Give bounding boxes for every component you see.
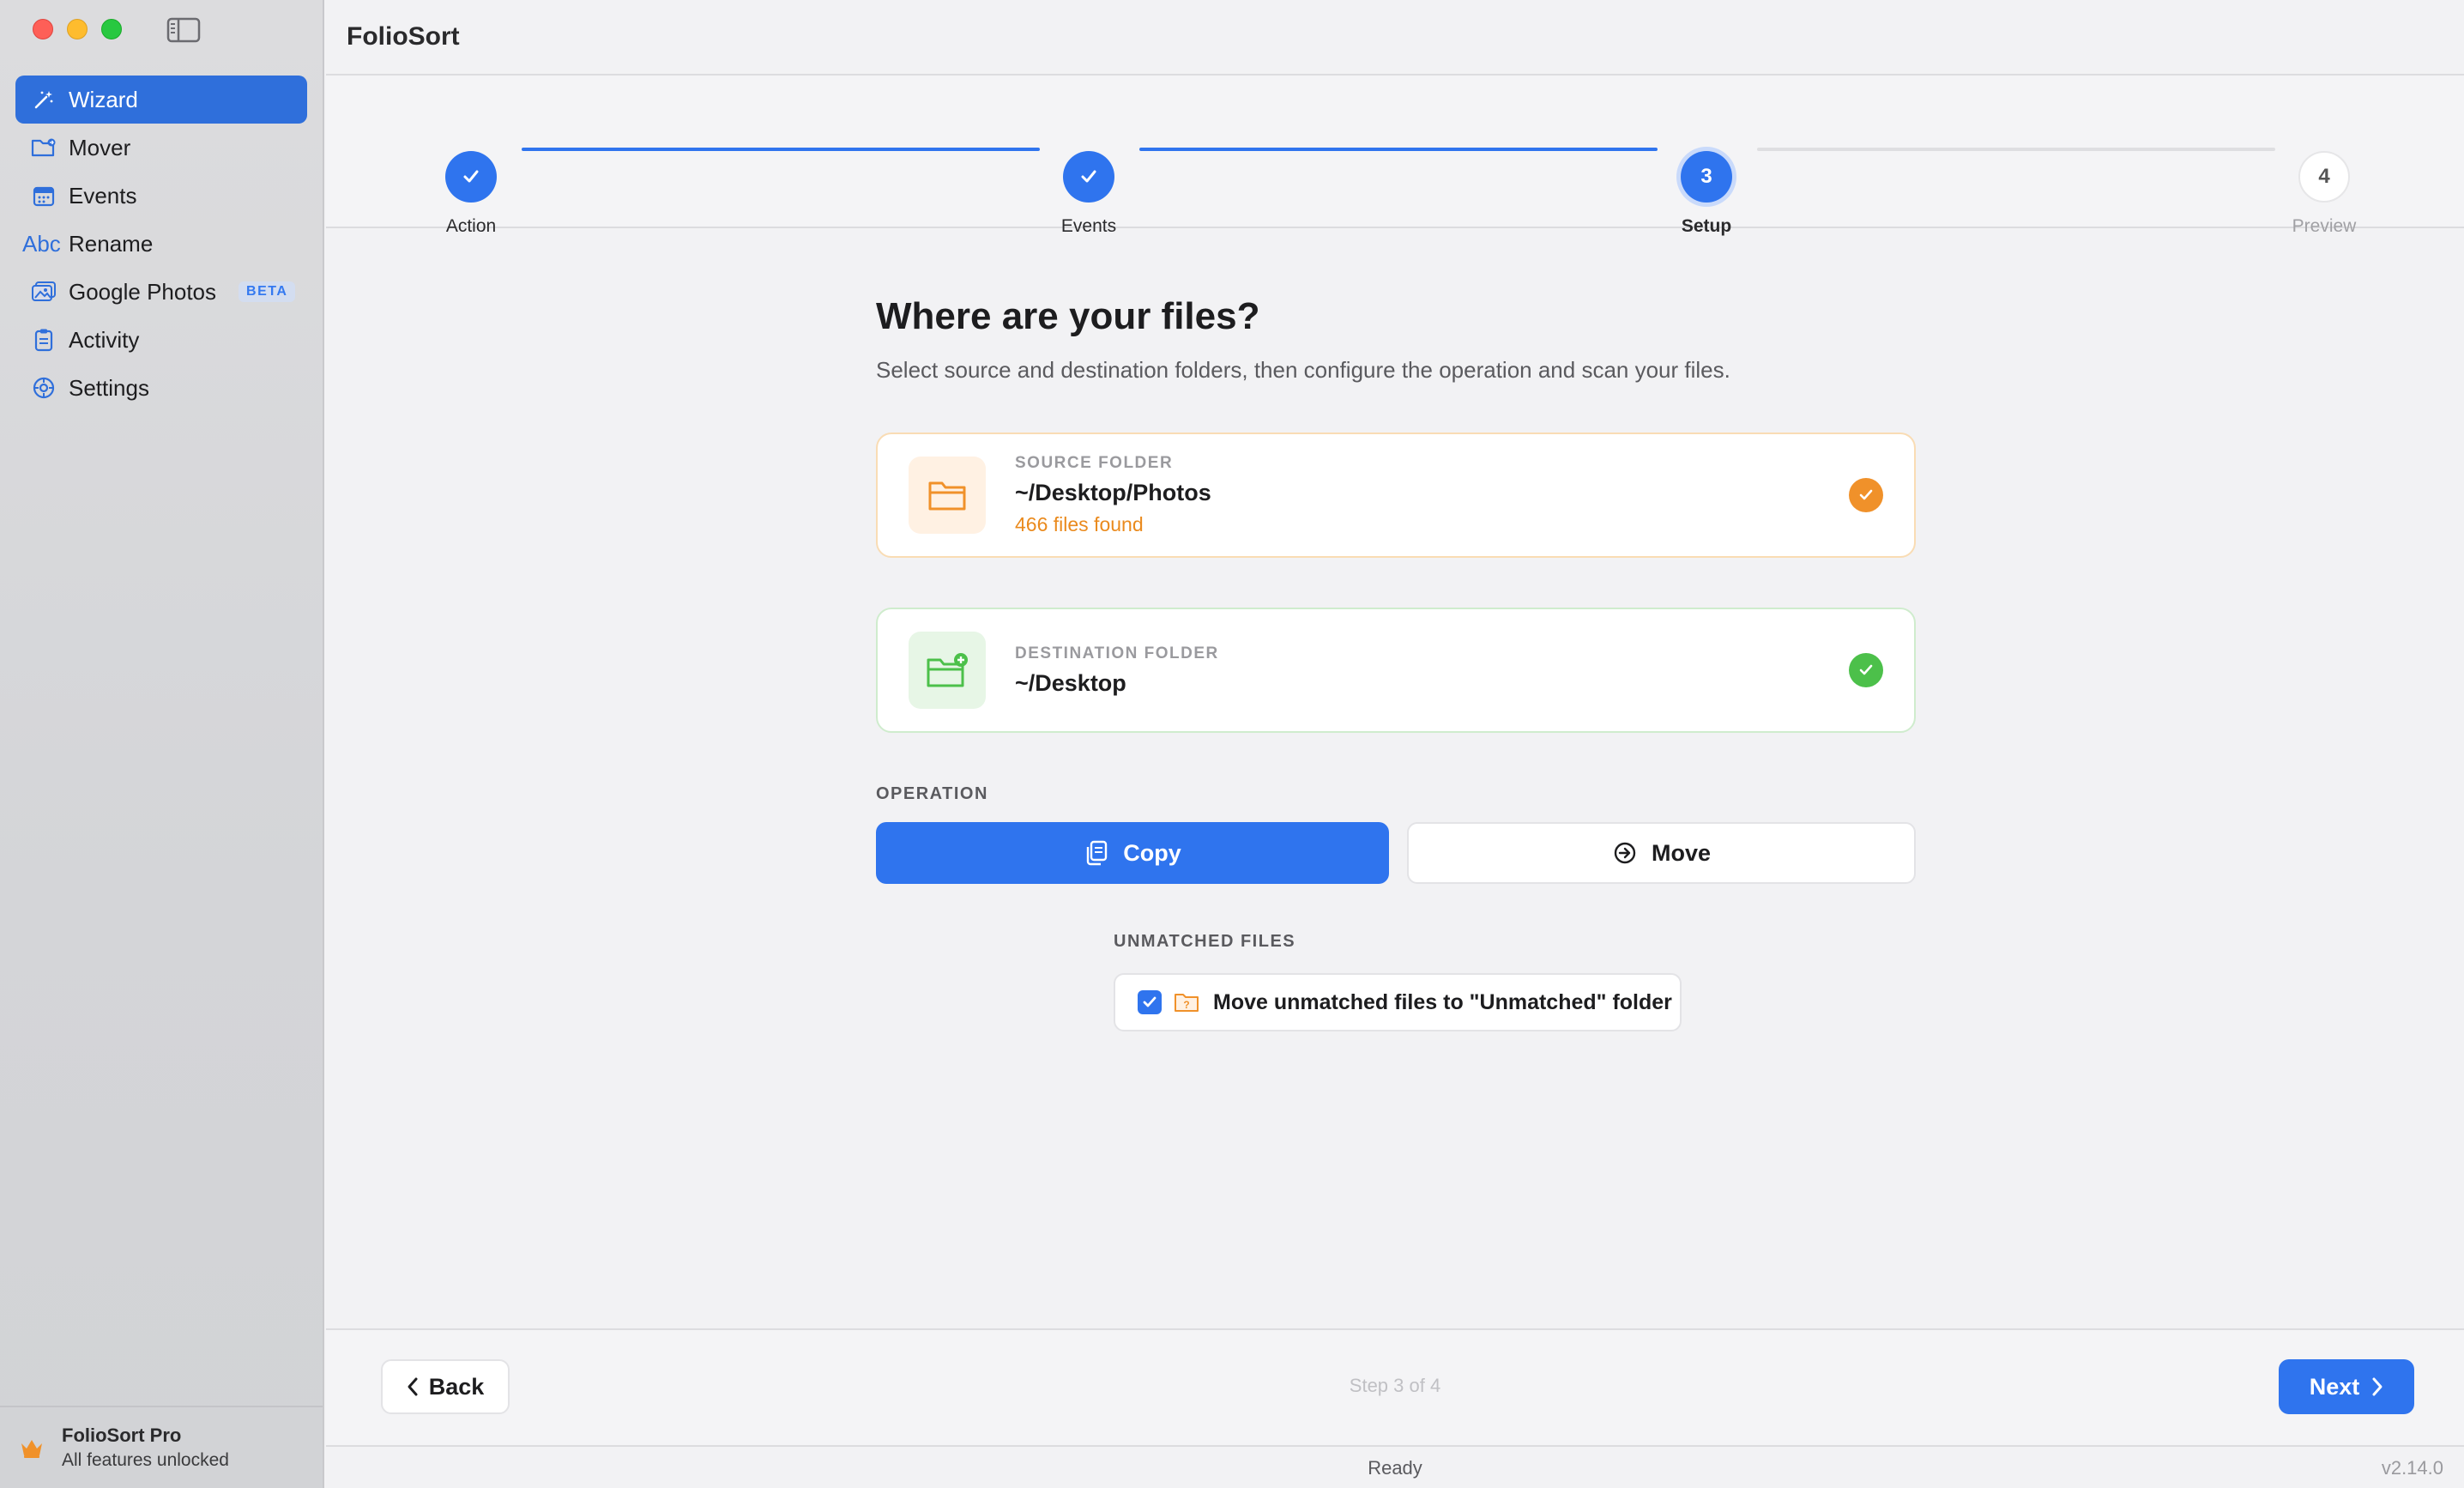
step-complete-check-icon: [445, 151, 497, 203]
sidebar-toggle-icon[interactable]: [166, 17, 201, 43]
pro-subtitle: All features unlocked: [62, 1450, 229, 1470]
sidebar-item-label: Mover: [69, 134, 131, 160]
crown-icon: [19, 1437, 45, 1459]
calendar-icon: [29, 181, 58, 210]
clipboard-icon: [29, 325, 58, 354]
copy-operation-button[interactable]: Copy: [876, 822, 1389, 884]
step-events[interactable]: Events: [1029, 151, 1149, 237]
main-area: FolioSort Action Events 3 Setup 4 Previe…: [326, 0, 2464, 1488]
destination-folder-path: ~/Desktop: [1015, 669, 1126, 696]
page-subtitle: Select source and destination folders, t…: [876, 357, 1730, 383]
sidebar-item-wizard[interactable]: Wizard: [15, 76, 307, 124]
step-action[interactable]: Action: [411, 151, 531, 237]
sidebar-item-google-photos[interactable]: Google Photos BETA: [15, 268, 307, 316]
sidebar-item-label: Settings: [69, 374, 149, 401]
files-found-count: 466 files found: [1015, 513, 1144, 535]
wizard-stepper: Action Events 3 Setup 4 Preview: [326, 76, 2464, 236]
app-title: FolioSort: [347, 22, 460, 51]
step-number: 3: [1681, 151, 1732, 203]
step-preview[interactable]: 4 Preview: [2264, 151, 2384, 237]
source-folder-card[interactable]: SOURCE FOLDER ~/Desktop/Photos 466 files…: [876, 432, 1916, 558]
title-bar: FolioSort: [326, 0, 2464, 76]
step-number: 4: [2298, 151, 2350, 203]
unmatched-option-label: Move unmatched files to "Unmatched" fold…: [1213, 989, 1672, 1014]
step-connector-1: [522, 148, 1040, 151]
status-text: Ready: [1368, 1457, 1422, 1479]
version-label: v2.14.0: [2381, 1457, 2443, 1479]
sidebar-item-label: Rename: [69, 230, 154, 257]
zoom-window-button[interactable]: [101, 19, 122, 39]
folder-add-icon: [909, 632, 986, 709]
window-controls: [33, 19, 122, 39]
pro-status: FolioSort Pro All features unlocked: [0, 1406, 323, 1488]
arrow-circle-right-icon: [1612, 840, 1638, 866]
sidebar-item-label: Wizard: [69, 86, 138, 112]
sidebar-item-label: Events: [69, 182, 137, 209]
sidebar-item-label: Activity: [69, 326, 140, 353]
sidebar-item-label: Google Photos: [69, 278, 217, 305]
sidebar-item-rename[interactable]: Abc Rename: [15, 220, 307, 268]
move-operation-button[interactable]: Move: [1407, 822, 1916, 884]
step-setup[interactable]: 3 Setup: [1646, 151, 1766, 237]
abc-text-icon: Abc: [22, 230, 61, 257]
sidebar-nav: Wizard Mover Events Abc Rename Google Ph…: [15, 76, 307, 412]
step-connector-2: [1139, 148, 1658, 151]
page-title: Where are your files?: [876, 295, 1260, 337]
sidebar-item-activity[interactable]: Activity: [15, 316, 307, 364]
destination-folder-caption: DESTINATION FOLDER: [1015, 644, 1219, 662]
copy-icon: [1084, 839, 1109, 867]
checkmark-icon: [1849, 478, 1883, 512]
folder-icon: [909, 457, 986, 534]
step-connector-3: [1757, 148, 2275, 151]
move-button-label: Move: [1651, 839, 1712, 866]
source-folder-path: ~/Desktop/Photos: [1015, 480, 1211, 505]
sidebar-item-mover[interactable]: Mover: [15, 124, 307, 172]
step-counter: Step 3 of 4: [1349, 1375, 1441, 1396]
next-button-label: Next: [2309, 1373, 2360, 1400]
beta-badge: BETA: [239, 281, 296, 302]
step-complete-check-icon: [1063, 151, 1114, 203]
photos-icon: [29, 277, 58, 306]
unmatched-checkbox[interactable]: [1138, 990, 1162, 1014]
destination-folder-card[interactable]: DESTINATION FOLDER ~/Desktop: [876, 608, 1916, 733]
next-button[interactable]: Next: [2279, 1359, 2414, 1414]
gear-icon: [29, 373, 58, 402]
pro-title: FolioSort Pro: [62, 1424, 182, 1446]
copy-button-label: Copy: [1123, 839, 1181, 866]
sidebar-item-events[interactable]: Events: [15, 172, 307, 220]
svg-text:?: ?: [1183, 999, 1189, 1011]
unmatched-files-label: UNMATCHED FILES: [1114, 932, 1296, 951]
status-bar: Ready v2.14.0: [326, 1445, 2464, 1488]
folder-move-icon: [29, 133, 58, 162]
minimize-window-button[interactable]: [67, 19, 88, 39]
folder-question-icon: ?: [1174, 991, 1199, 1013]
setup-content: Where are your files? Select source and …: [326, 230, 2464, 1328]
sidebar-item-settings[interactable]: Settings: [15, 364, 307, 412]
chevron-right-icon: [2372, 1377, 2382, 1396]
checkmark-icon: [1849, 653, 1883, 687]
operation-label: OPERATION: [876, 784, 988, 803]
source-folder-caption: SOURCE FOLDER: [1015, 454, 1174, 472]
unmatched-files-option[interactable]: ? Move unmatched files to "Unmatched" fo…: [1114, 973, 1682, 1031]
sidebar: Wizard Mover Events Abc Rename Google Ph…: [0, 0, 324, 1488]
magic-wand-icon: [29, 85, 58, 114]
close-window-button[interactable]: [33, 19, 53, 39]
wizard-footer: Back Step 3 of 4 Next: [326, 1328, 2464, 1445]
